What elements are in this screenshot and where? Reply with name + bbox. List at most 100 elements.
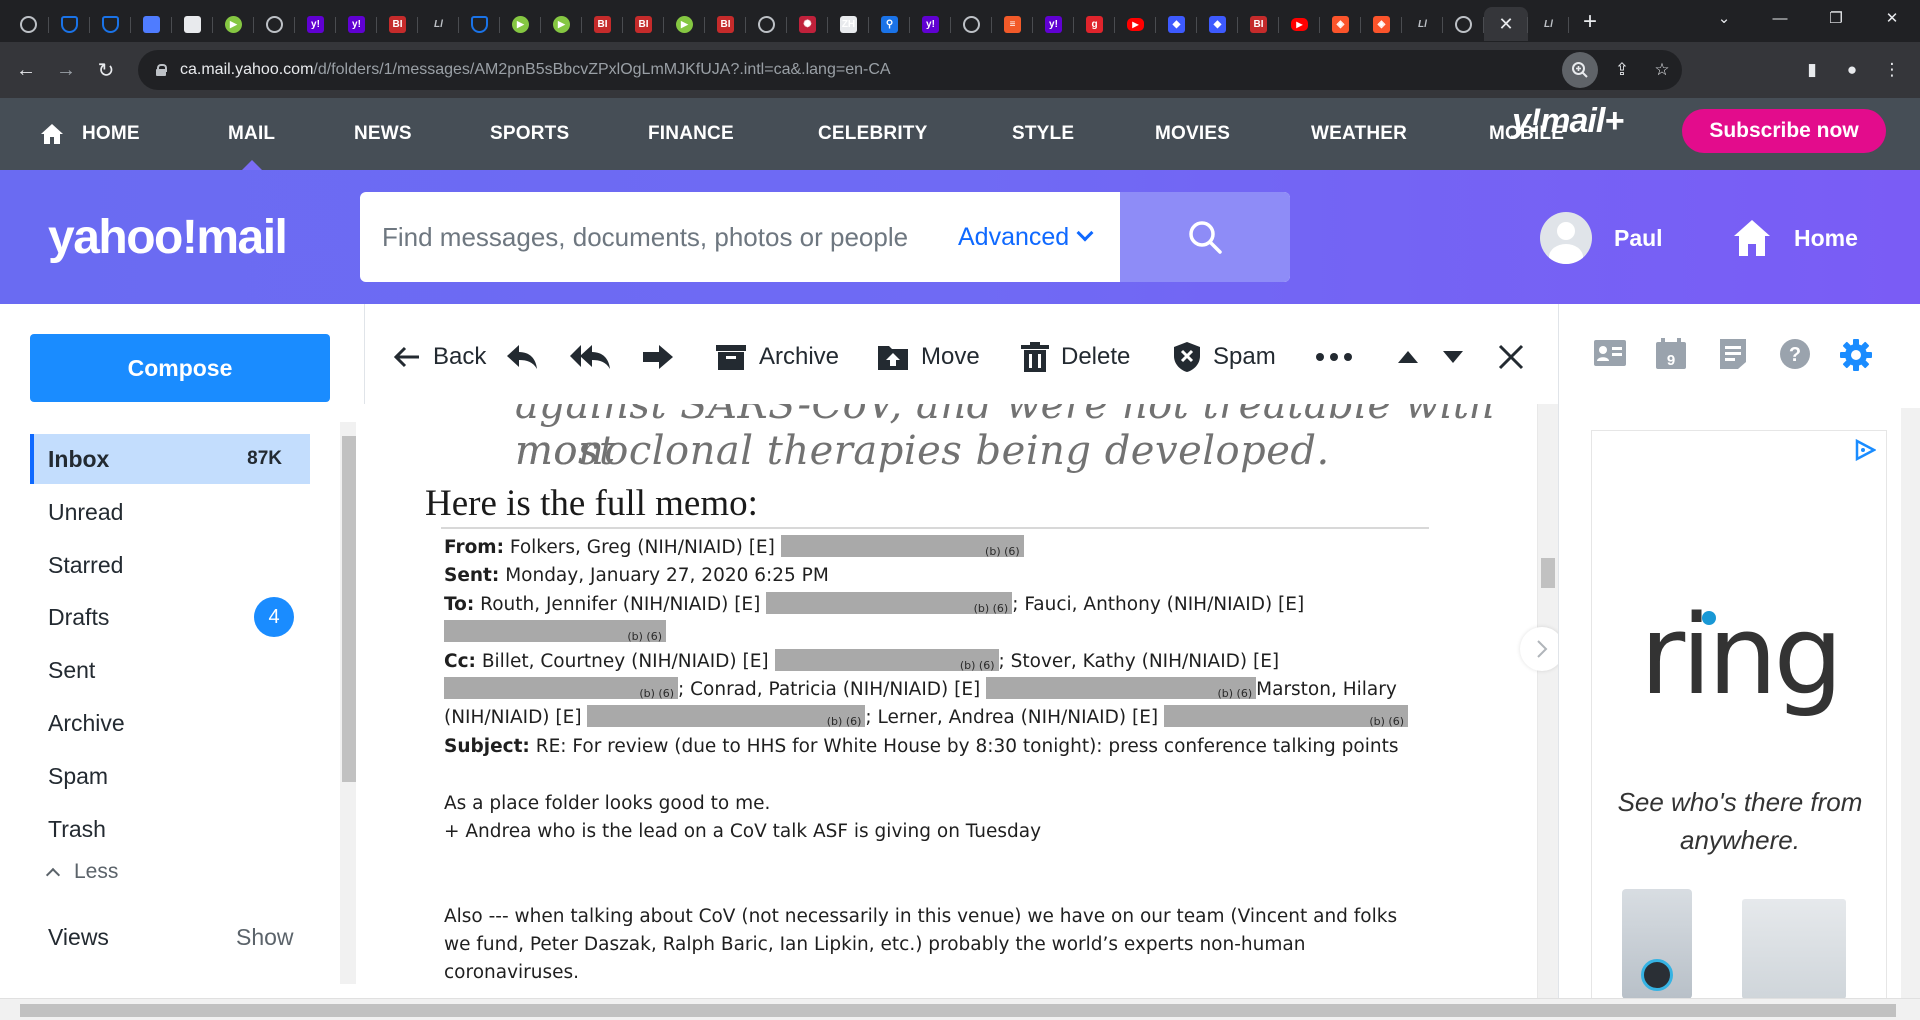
folder-drafts[interactable]: Drafts 4 xyxy=(30,592,310,642)
browser-tab[interactable] xyxy=(1443,7,1484,41)
url-text[interactable]: ca.mail.yahoo.com/d/folders/1/messages/A… xyxy=(180,61,891,79)
ring-advertisement[interactable]: ring See who's there from anywhere. xyxy=(1591,430,1887,998)
tab-search-icon[interactable]: ⌄ xyxy=(1696,9,1752,27)
nav-item-home[interactable]: HOME xyxy=(40,98,140,170)
nav-item-mail[interactable]: MAIL xyxy=(228,98,275,170)
adchoices-icon[interactable] xyxy=(1854,439,1876,461)
reply-button[interactable] xyxy=(505,340,551,374)
browser-tab[interactable]: y! xyxy=(910,7,951,41)
less-toggle[interactable]: Less xyxy=(45,860,118,884)
minimize-icon[interactable]: — xyxy=(1752,10,1808,27)
new-tab-button[interactable]: + xyxy=(1583,8,1597,36)
browser-tab[interactable]: y! xyxy=(336,7,377,41)
zoom-icon[interactable] xyxy=(1562,52,1598,88)
message-scrollbar-thumb[interactable] xyxy=(1541,558,1555,588)
browser-tab[interactable] xyxy=(49,7,90,41)
address-bar[interactable]: ca.mail.yahoo.com/d/folders/1/messages/A… xyxy=(138,50,1682,90)
folder-spam[interactable]: Spam xyxy=(30,751,310,801)
move-button[interactable]: Move xyxy=(877,340,980,374)
folder-starred[interactable]: Starred xyxy=(30,540,310,590)
back-button[interactable]: Back xyxy=(393,340,486,374)
browser-tab[interactable]: ▶ xyxy=(213,7,254,41)
browser-tab[interactable]: ⚲ xyxy=(869,7,910,41)
search-button[interactable] xyxy=(1120,192,1290,282)
folder-archive[interactable]: Archive xyxy=(30,698,310,748)
lock-icon[interactable] xyxy=(156,64,167,76)
forward-arrow-icon[interactable]: → xyxy=(46,59,86,82)
menu-kebab-icon[interactable]: ⋮ xyxy=(1872,60,1912,80)
subscribe-now-button[interactable]: Subscribe now xyxy=(1682,109,1886,153)
folder-sent[interactable]: Sent xyxy=(30,645,310,695)
share-icon[interactable]: ⇪ xyxy=(1602,50,1642,90)
close-tab-icon[interactable]: ✕ xyxy=(1498,14,1513,35)
side-panel-icon[interactable]: ▮ xyxy=(1792,60,1832,80)
browser-tab[interactable] xyxy=(90,7,131,41)
browser-tab[interactable]: BI xyxy=(705,7,746,41)
browser-tab[interactable]: ▶ xyxy=(500,7,541,41)
browser-tab[interactable]: ZH xyxy=(828,7,869,41)
settings-gear-icon[interactable] xyxy=(1839,338,1873,377)
nav-item-sports[interactable]: SPORTS xyxy=(490,98,569,170)
browser-tab[interactable]: Ll xyxy=(1402,7,1443,41)
browser-tab[interactable]: BI xyxy=(582,7,623,41)
browser-tab[interactable]: g xyxy=(1074,7,1115,41)
browser-tab[interactable]: ◆ xyxy=(1197,7,1238,41)
restore-icon[interactable]: ❐ xyxy=(1808,9,1864,27)
folder-unread[interactable]: Unread xyxy=(30,487,310,537)
browser-tab[interactable]: ◈ xyxy=(1320,7,1361,41)
browser-tab[interactable]: Ll xyxy=(418,7,459,41)
browser-tab[interactable]: ▶ xyxy=(1279,7,1320,41)
contacts-icon[interactable] xyxy=(1593,338,1627,373)
previous-message-button[interactable] xyxy=(1397,340,1431,374)
archive-button[interactable]: Archive xyxy=(715,340,839,374)
nav-item-style[interactable]: STYLE xyxy=(1012,98,1074,170)
home-link[interactable]: Home xyxy=(1730,216,1858,260)
browser-tab[interactable]: y! xyxy=(1033,7,1074,41)
profile-icon[interactable]: ● xyxy=(1832,60,1872,80)
browser-tab[interactable]: Ll xyxy=(1528,7,1569,41)
horizontal-scrollbar[interactable] xyxy=(0,998,1920,1020)
browser-tab[interactable] xyxy=(746,7,787,41)
yahoo-mail-logo[interactable]: yahoo!mail xyxy=(48,210,288,265)
nav-item-finance[interactable]: FINANCE xyxy=(648,98,734,170)
reload-icon[interactable]: ↻ xyxy=(86,58,126,83)
search-input[interactable] xyxy=(382,221,952,253)
close-window-icon[interactable]: ✕ xyxy=(1864,9,1920,27)
user-menu[interactable]: Paul xyxy=(1540,212,1663,264)
browser-tab[interactable] xyxy=(172,7,213,41)
browser-tab[interactable]: ▶ xyxy=(541,7,582,41)
reply-all-button[interactable] xyxy=(570,340,624,374)
delete-button[interactable]: Delete xyxy=(1021,340,1130,374)
advanced-search-toggle[interactable]: Advanced xyxy=(958,192,1094,282)
browser-tab[interactable]: BI xyxy=(623,7,664,41)
folder-trash[interactable]: Trash xyxy=(30,804,310,854)
notepad-icon[interactable] xyxy=(1719,338,1747,375)
spam-button[interactable]: Spam xyxy=(1173,340,1276,374)
browser-tab[interactable] xyxy=(8,7,49,41)
browser-tab[interactable] xyxy=(131,7,172,41)
right-rail-scrollbar[interactable] xyxy=(1901,408,1920,998)
back-arrow-icon[interactable]: ← xyxy=(6,59,46,82)
more-actions-button[interactable] xyxy=(1315,340,1365,374)
browser-tab[interactable]: ▶ xyxy=(1115,7,1156,41)
browser-tab[interactable]: BI xyxy=(1238,7,1279,41)
calendar-icon[interactable]: 9 xyxy=(1655,338,1687,375)
forward-button[interactable] xyxy=(641,340,687,374)
browser-tab[interactable]: ▶ xyxy=(664,7,705,41)
next-message-button[interactable] xyxy=(1442,340,1476,374)
browser-tab[interactable]: ◈ xyxy=(1361,7,1402,41)
browser-tab[interactable] xyxy=(459,7,500,41)
message-scrollbar[interactable] xyxy=(1537,404,1558,998)
close-message-button[interactable] xyxy=(1497,340,1537,374)
nav-item-movies[interactable]: MOVIES xyxy=(1155,98,1230,170)
nav-item-news[interactable]: NEWS xyxy=(354,98,412,170)
views-show-link[interactable]: Show xyxy=(236,924,294,951)
nav-item-weather[interactable]: WEATHER xyxy=(1311,98,1407,170)
horizontal-scrollbar-thumb[interactable] xyxy=(20,1004,1896,1017)
bookmark-star-icon[interactable]: ☆ xyxy=(1642,50,1682,90)
browser-tab[interactable]: ◆ xyxy=(1156,7,1197,41)
browser-tab[interactable]: BI xyxy=(377,7,418,41)
browser-tab[interactable] xyxy=(951,7,992,41)
browser-tab[interactable]: ✕ xyxy=(1484,7,1528,41)
compose-button[interactable]: Compose xyxy=(30,334,330,402)
